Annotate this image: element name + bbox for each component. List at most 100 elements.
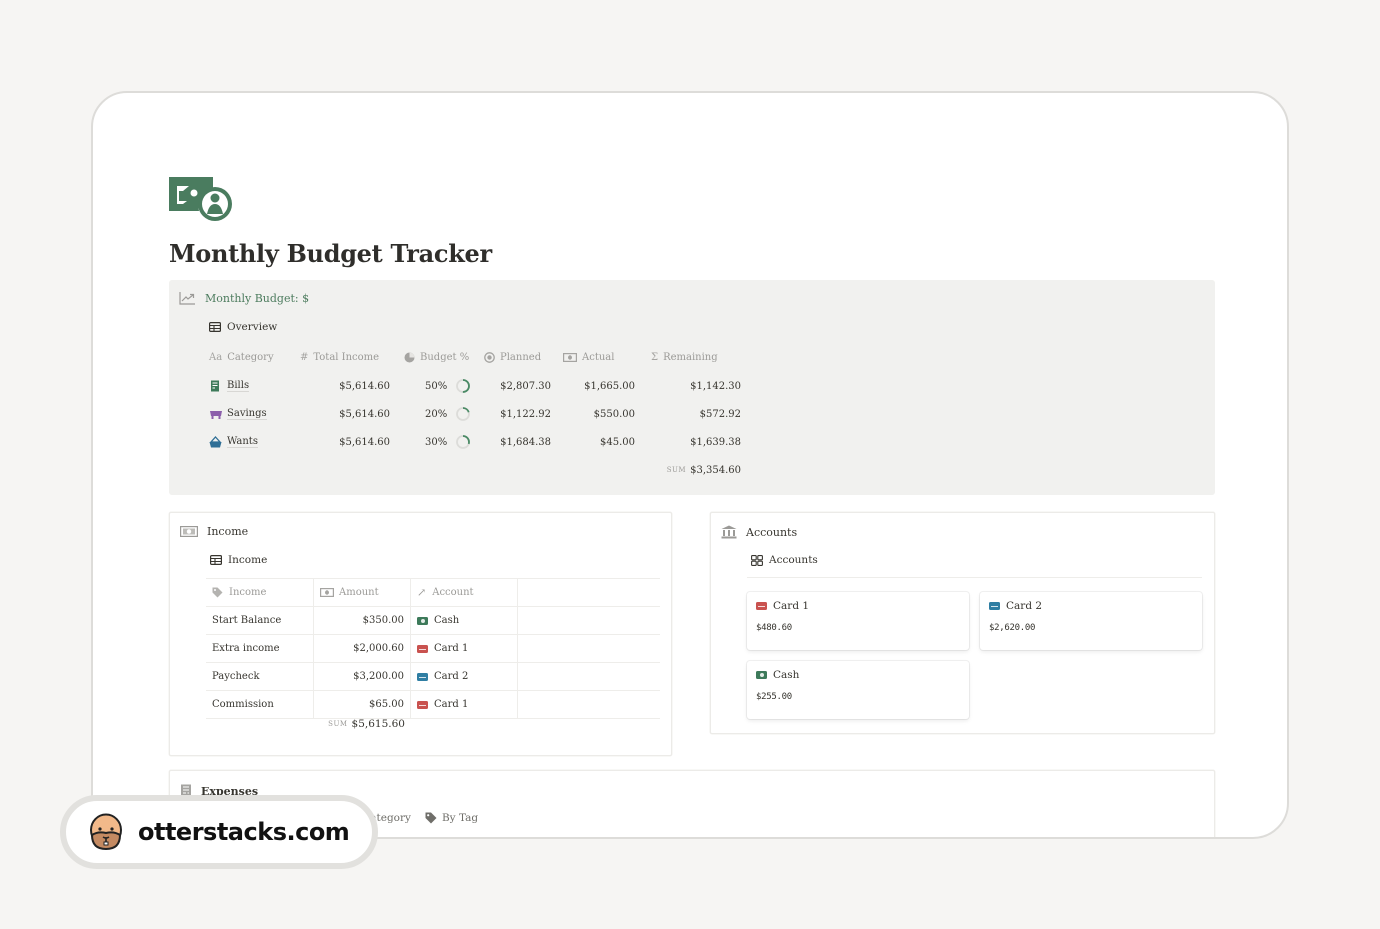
budget-pct-cell[interactable]: 20% — [425, 400, 485, 428]
actual-cell[interactable]: $45.00 — [565, 428, 635, 456]
tag-icon — [212, 587, 223, 598]
total-income-cell[interactable]: $5,614.60 — [300, 400, 390, 428]
remaining-sum[interactable]: SUM $3,354.60 — [651, 456, 741, 484]
watermark-text: otterstacks.com — [138, 818, 350, 846]
column-header-income[interactable]: Income — [206, 579, 314, 606]
income-amount-cell[interactable]: $65.00 — [314, 691, 411, 718]
account-balance: $255.00 — [756, 692, 792, 702]
planned-cell[interactable]: $1,684.38 — [481, 428, 551, 456]
piggy-bank-icon — [209, 408, 222, 420]
text-type-icon: Aa — [209, 351, 223, 363]
app-window: Monthly Budget Tracker Monthly Budget: $… — [91, 91, 1289, 839]
table-row: Extra income $2,000.60 Card 1 — [206, 635, 660, 663]
account-balance: $480.60 — [756, 623, 792, 633]
remaining-cell[interactable]: $572.92 — [651, 400, 741, 428]
income-amount-cell[interactable]: $350.00 — [314, 607, 411, 634]
total-income-cell[interactable]: $5,614.60 — [300, 428, 390, 456]
table-header-row: Income Amount ↗ Account — [206, 579, 660, 607]
category-cell[interactable]: Savings — [209, 400, 297, 428]
planned-cell[interactable]: $2,807.30 — [481, 372, 551, 400]
column-header-category[interactable]: Aa Category — [209, 342, 297, 372]
column-header-remaining[interactable]: Σ Remaining — [651, 342, 741, 372]
target-icon — [484, 351, 495, 363]
empty-cell — [518, 635, 660, 662]
table-row: Start Balance $350.00 Cash — [206, 607, 660, 635]
income-account-cell[interactable]: Card 1 — [411, 691, 518, 718]
credit-card-icon — [989, 602, 1000, 610]
income-name-cell[interactable]: Start Balance — [206, 607, 314, 634]
income-name-cell[interactable]: Paycheck — [206, 663, 314, 690]
column-header-account[interactable]: ↗ Account — [411, 579, 518, 606]
cash-icon — [756, 671, 767, 679]
empty-cell — [518, 691, 660, 718]
cash-icon — [417, 616, 428, 625]
watermark-badge[interactable]: otterstacks.com — [60, 795, 378, 869]
credit-card-icon — [756, 602, 767, 610]
income-account-cell[interactable]: Card 2 — [411, 663, 518, 690]
accounts-title: Accounts — [746, 525, 798, 539]
basket-icon — [209, 436, 222, 448]
tab-income[interactable]: Income — [210, 554, 267, 566]
monthly-budget-callout: Monthly Budget: $ Overview Aa Category #… — [169, 280, 1215, 495]
column-header-amount[interactable]: Amount — [314, 579, 411, 606]
category-cell[interactable]: Wants — [209, 428, 297, 456]
money-icon — [320, 588, 334, 597]
money-bill-icon — [169, 177, 232, 221]
empty-column — [518, 579, 660, 606]
column-header-planned[interactable]: Planned — [484, 342, 564, 372]
account-card-card-2[interactable]: Card 2 $2,620.00 — [980, 592, 1202, 650]
callout-label[interactable]: Monthly Budget: $ — [205, 292, 309, 305]
credit-card-icon — [417, 672, 428, 681]
category-cell[interactable]: Bills — [209, 372, 297, 400]
pie-icon — [404, 352, 415, 362]
total-income-cell[interactable]: $5,614.60 — [300, 372, 390, 400]
gallery-icon — [751, 554, 763, 566]
account-card-card-1[interactable]: Card 1 $480.60 — [747, 592, 969, 650]
tab-overview-label: Overview — [227, 321, 278, 333]
divider — [747, 577, 1202, 578]
tab-accounts[interactable]: Accounts — [751, 554, 818, 566]
tab-by-tag[interactable]: By Tag — [425, 812, 478, 824]
income-account-cell[interactable]: Cash — [411, 607, 518, 634]
empty-cell — [518, 663, 660, 690]
table-icon — [209, 322, 221, 332]
empty-cell — [518, 607, 660, 634]
income-name-cell[interactable]: Extra income — [206, 635, 314, 662]
income-amount-cell[interactable]: $2,000.60 — [314, 635, 411, 662]
actual-cell[interactable]: $1,665.00 — [565, 372, 635, 400]
tag-icon — [425, 812, 437, 824]
otter-logo-icon — [90, 813, 122, 851]
receipt-icon — [209, 380, 221, 392]
planned-cell[interactable]: $1,122.92 — [481, 400, 551, 428]
income-amount-sum[interactable]: SUM $5,615.60 — [206, 718, 411, 730]
table-row: Paycheck $3,200.00 Card 2 — [206, 663, 660, 691]
credit-card-icon — [417, 644, 428, 653]
progress-ring — [456, 435, 471, 449]
accounts-panel: Accounts Accounts Card 1 $480.60 Card 2 … — [710, 512, 1215, 734]
account-card-cash[interactable]: Cash $255.00 — [747, 661, 969, 719]
actual-cell[interactable]: $550.00 — [565, 400, 635, 428]
income-title: Income — [207, 525, 249, 538]
remaining-cell[interactable]: $1,142.30 — [651, 372, 741, 400]
budget-pct-cell[interactable]: 30% — [425, 428, 485, 456]
income-table: Income Amount ↗ Account Start Balance $3… — [206, 578, 660, 719]
progress-ring — [456, 407, 471, 421]
remaining-cell[interactable]: $1,639.38 — [651, 428, 741, 456]
bank-icon — [721, 525, 737, 539]
column-header-budget-pct[interactable]: Budget % — [404, 342, 484, 372]
tab-overview[interactable]: Overview — [209, 321, 277, 333]
money-icon — [563, 352, 577, 362]
income-amount-cell[interactable]: $3,200.00 — [314, 663, 411, 690]
trend-chart-icon — [179, 292, 195, 305]
budget-pct-cell[interactable]: 50% — [425, 372, 485, 400]
progress-ring — [456, 379, 471, 393]
column-header-actual[interactable]: Actual — [563, 342, 643, 372]
page-title: Monthly Budget Tracker — [169, 239, 492, 268]
column-header-total-income[interactable]: # Total Income — [300, 342, 400, 372]
account-balance: $2,620.00 — [989, 623, 1036, 633]
tab-accounts-label: Accounts — [769, 554, 818, 566]
income-account-cell[interactable]: Card 1 — [411, 635, 518, 662]
relation-arrow-icon: ↗ — [417, 586, 427, 599]
income-name-cell[interactable]: Commission — [206, 691, 314, 718]
tab-income-label: Income — [228, 554, 268, 566]
